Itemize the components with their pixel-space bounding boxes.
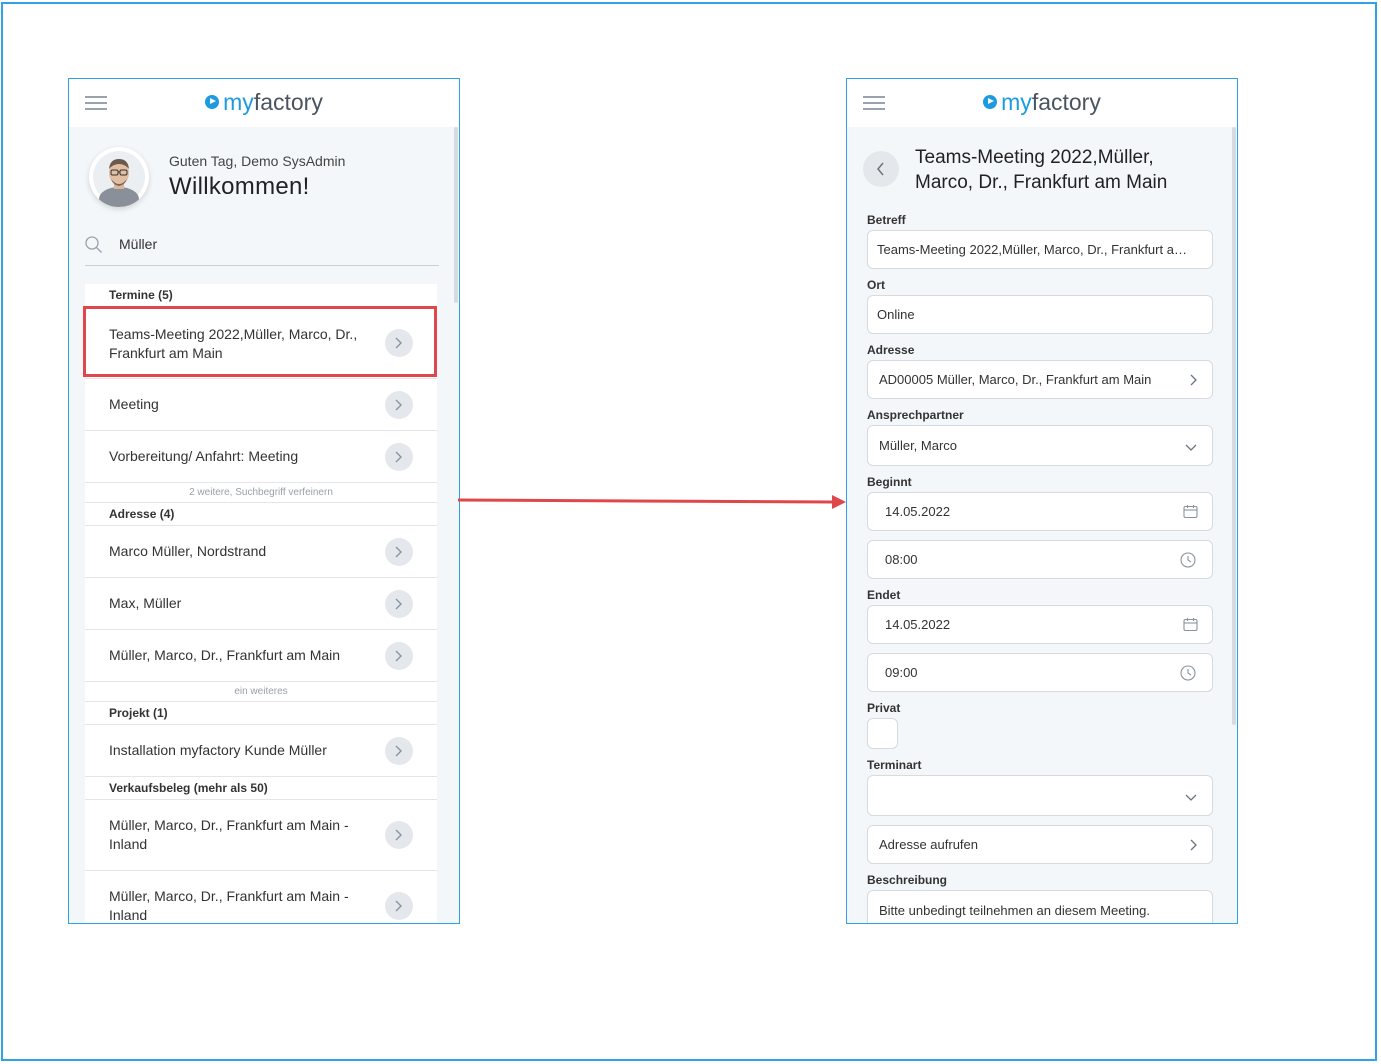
endet-time-value: 09:00 (885, 665, 918, 680)
chevron-right-icon[interactable] (385, 590, 413, 618)
chevron-right-icon[interactable] (385, 538, 413, 566)
calendar-icon[interactable] (1183, 617, 1198, 637)
top-bar: myfactory (69, 79, 459, 127)
beschreibung-value: Bitte unbedingt teilnehmen an diesem Mee… (879, 903, 1151, 918)
chevron-right-icon (1188, 838, 1198, 857)
adresse-value: AD00005 Müller, Marco, Dr., Frankfurt am… (879, 372, 1152, 387)
result-item[interactable]: Müller, Marco, Dr., Frankfurt am Main (85, 630, 437, 682)
result-label: Müller, Marco, Dr., Frankfurt am Main - … (109, 817, 349, 852)
chevron-right-icon[interactable] (385, 821, 413, 849)
result-label: Meeting (109, 396, 159, 412)
field-label: Beschreibung (867, 873, 948, 887)
result-label: Installation myfactory Kunde Müller (109, 742, 327, 758)
endet-time-field[interactable]: 09:00 (867, 653, 1213, 692)
result-item[interactable]: Müller, Marco, Dr., Frankfurt am Main - … (85, 871, 437, 923)
adresse-field[interactable]: AD00005 Müller, Marco, Dr., Frankfurt am… (867, 360, 1213, 399)
group-header-adresse: Adresse (4) (85, 503, 437, 526)
field-label: Ort (867, 278, 885, 292)
search-bar (85, 229, 439, 266)
terminart-select[interactable] (867, 775, 1213, 816)
endet-date-value: 14.05.2022 (885, 617, 951, 632)
privat-checkbox[interactable] (867, 718, 898, 749)
result-label: Müller, Marco, Dr., Frankfurt am Main - … (109, 888, 349, 923)
field-label: Ansprechpartner (867, 408, 964, 422)
search-input[interactable] (117, 235, 421, 253)
logo-play-icon (205, 94, 220, 109)
clock-icon[interactable] (1180, 665, 1196, 686)
betreff-field[interactable]: Teams-Meeting 2022,Müller, Marco, Dr., F… (867, 230, 1213, 269)
top-bar: myfactory (847, 79, 1237, 127)
result-label: Marco Müller, Nordstrand (109, 543, 267, 559)
beginnt-time-field[interactable]: 08:00 (867, 540, 1213, 579)
result-item[interactable]: Max, Müller (85, 578, 437, 630)
app-logo: myfactory (69, 89, 459, 116)
adresse-aufrufen-label: Adresse aufrufen (879, 837, 979, 852)
chevron-right-icon[interactable] (385, 391, 413, 419)
more-results-note[interactable]: 2 weitere, Suchbegriff verfeinern (85, 483, 437, 503)
calendar-icon[interactable] (1183, 504, 1198, 524)
beginnt-time-value: 08:00 (885, 552, 918, 567)
logo-play-icon (983, 94, 998, 109)
chevron-left-icon (877, 162, 884, 176)
clock-icon[interactable] (1180, 552, 1196, 573)
result-label: Max, Müller (109, 595, 182, 611)
adresse-aufrufen-button[interactable]: Adresse aufrufen (867, 825, 1213, 864)
field-label: Betreff (867, 213, 906, 227)
result-label: Teams-Meeting 2022,Müller, Marco, Dr., F… (109, 326, 358, 361)
chevron-right-icon (1188, 373, 1198, 392)
result-item[interactable]: Teams-Meeting 2022,Müller, Marco, Dr., F… (85, 307, 437, 379)
result-item[interactable]: Vorbereitung/ Anfahrt: Meeting (85, 431, 437, 483)
appointment-detail-screen: myfactory Teams-Meeting 2022,Müller, Mar… (846, 78, 1238, 924)
ort-field[interactable]: Online (867, 295, 1213, 334)
beschreibung-field[interactable]: Bitte unbedingt teilnehmen an diesem Mee… (867, 890, 1213, 923)
app-logo: myfactory (847, 89, 1237, 116)
beginnt-date-value: 14.05.2022 (885, 504, 951, 519)
ansprechpartner-select[interactable]: Müller, Marco (867, 425, 1213, 466)
ansprechpartner-value: Müller, Marco (879, 438, 958, 453)
arrow-icon (457, 495, 846, 509)
betreff-value: Teams-Meeting 2022,Müller, Marco, Dr., F… (877, 242, 1197, 257)
group-header-verkaufsbeleg: Verkaufsbeleg (mehr als 50) (85, 777, 437, 800)
search-icon (85, 236, 103, 259)
chevron-right-icon[interactable] (385, 737, 413, 765)
scrollbar[interactable] (454, 127, 458, 303)
avatar (89, 147, 149, 207)
field-label: Privat (867, 701, 901, 715)
field-label: Beginnt (867, 475, 912, 489)
endet-date-field[interactable]: 14.05.2022 (867, 605, 1213, 644)
result-label: Vorbereitung/ Anfahrt: Meeting (109, 448, 299, 464)
beginnt-date-field[interactable]: 14.05.2022 (867, 492, 1213, 531)
scrollbar[interactable] (1232, 127, 1236, 725)
more-results-note[interactable]: ein weiteres (85, 682, 437, 702)
result-item[interactable]: Marco Müller, Nordstrand (85, 526, 437, 578)
greeting-text: Guten Tag, Demo SysAdmin (169, 153, 346, 169)
welcome-heading: Willkommen! (169, 173, 310, 200)
chevron-down-icon (1184, 789, 1198, 807)
field-label: Adresse (867, 343, 915, 357)
chevron-right-icon[interactable] (385, 443, 413, 471)
result-item[interactable]: Meeting (85, 379, 437, 431)
result-item[interactable]: Müller, Marco, Dr., Frankfurt am Main - … (85, 800, 437, 871)
field-label: Terminart (867, 758, 922, 772)
result-item[interactable]: Installation myfactory Kunde Müller (85, 725, 437, 777)
chevron-right-icon[interactable] (385, 329, 413, 357)
result-label: Müller, Marco, Dr., Frankfurt am Main (109, 647, 341, 663)
search-screen: myfactory Guten Tag, Demo SysAdmin Willk… (68, 78, 460, 924)
ort-value: Online (877, 307, 915, 322)
search-results: Termine (5) Teams-Meeting 2022,Müller, M… (85, 284, 437, 923)
chevron-right-icon[interactable] (385, 642, 413, 670)
group-header-projekt: Projekt (1) (85, 702, 437, 725)
chevron-right-icon[interactable] (385, 892, 413, 920)
chevron-down-icon (1184, 439, 1198, 457)
field-label: Endet (867, 588, 901, 602)
page-title: Teams-Meeting 2022,Müller, Marco, Dr., F… (915, 147, 1168, 193)
back-button[interactable] (863, 151, 899, 187)
group-header-termine: Termine (5) (85, 284, 437, 307)
